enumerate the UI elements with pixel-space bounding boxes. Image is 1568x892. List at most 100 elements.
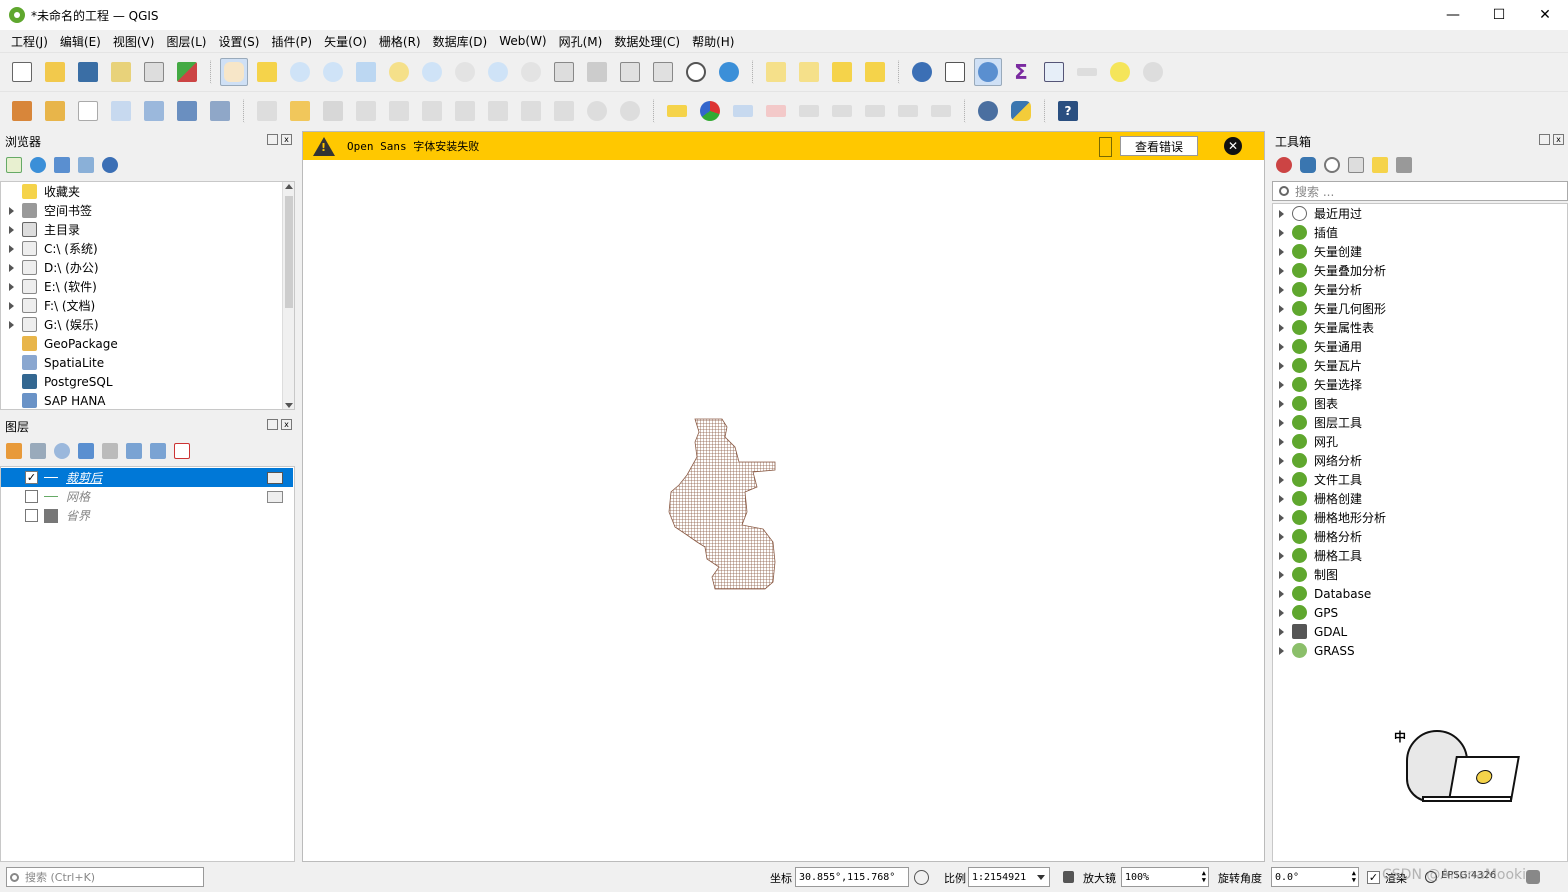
float-button[interactable]: [267, 419, 278, 430]
menu-mesh[interactable]: 网孔(M): [553, 33, 609, 50]
new-mesh-layer-button[interactable]: [206, 97, 234, 125]
toolbox-item[interactable]: 网孔: [1273, 432, 1338, 451]
remove-layer-icon[interactable]: [174, 443, 190, 459]
layer-visibility-checkbox[interactable]: ✓: [25, 471, 38, 484]
scroll-down-icon[interactable]: [285, 403, 293, 408]
copy-button[interactable]: [517, 97, 545, 125]
menu-view[interactable]: 视图(V): [107, 33, 161, 50]
layer-item-clipped[interactable]: ✓ 裁剪后: [1, 468, 293, 487]
collapse-all-icon[interactable]: [78, 157, 94, 173]
plugin-globe-button[interactable]: [974, 97, 1002, 125]
new-project-button[interactable]: [8, 58, 36, 86]
models-icon[interactable]: [1276, 157, 1292, 173]
toggle-extents-icon[interactable]: [914, 870, 929, 885]
toolbox-item[interactable]: 矢量选择: [1273, 375, 1362, 394]
edit-button[interactable]: [253, 97, 281, 125]
toolbox-item[interactable]: 图表: [1273, 394, 1338, 413]
menu-vector[interactable]: 矢量(O): [318, 33, 373, 50]
float-button[interactable]: [1539, 134, 1550, 145]
select-location-button[interactable]: [861, 58, 889, 86]
statistics-button[interactable]: Σ: [1007, 58, 1035, 86]
toolbox-item[interactable]: 栅格分析: [1273, 527, 1362, 546]
modify-attributes-button[interactable]: [418, 97, 446, 125]
browser-item-geopackage[interactable]: GeoPackage: [1, 334, 118, 353]
processing-toolbox-button[interactable]: [974, 57, 1002, 86]
menu-database[interactable]: 数据库(D): [427, 33, 494, 50]
coordinate-field[interactable]: 30.855°,115.768°: [795, 867, 909, 887]
data-source-manager-button[interactable]: [8, 97, 36, 125]
maximize-button[interactable]: ☐: [1476, 0, 1522, 30]
view-errors-button[interactable]: 查看错误: [1120, 136, 1198, 156]
cut-button[interactable]: [484, 97, 512, 125]
toolbox-item-gdal[interactable]: GDAL: [1273, 622, 1347, 641]
filter-icon[interactable]: [54, 157, 70, 173]
menu-help[interactable]: 帮助(H): [686, 33, 740, 50]
eye-icon[interactable]: [54, 443, 70, 459]
toolbox-item-recent[interactable]: 最近用过: [1273, 204, 1362, 223]
new-spatialite-button[interactable]: [107, 97, 135, 125]
label-hide-button[interactable]: [927, 97, 955, 125]
pin-labels-button[interactable]: [729, 97, 757, 125]
style-manager-button[interactable]: [173, 58, 201, 86]
toolbox-item[interactable]: 插值: [1273, 223, 1338, 242]
toolbox-item[interactable]: 矢量瓦片: [1273, 356, 1362, 375]
browser-scrollbar[interactable]: [282, 182, 294, 409]
message-close-button[interactable]: ✕: [1224, 137, 1242, 155]
paste-button[interactable]: [550, 97, 578, 125]
message-menu-button[interactable]: [1099, 137, 1112, 157]
refresh-icon[interactable]: [30, 157, 46, 173]
toolbox-item[interactable]: 栅格地形分析: [1273, 508, 1386, 527]
browser-item-drive-c[interactable]: C:\ (系统): [1, 239, 98, 258]
toolbox-item[interactable]: 矢量叠加分析: [1273, 261, 1386, 280]
deselect-button[interactable]: [828, 58, 856, 86]
options-wrench-icon[interactable]: [1396, 157, 1412, 173]
toolbox-item[interactable]: 制图: [1273, 565, 1338, 584]
zoom-layer-button[interactable]: [418, 58, 446, 86]
open-project-button[interactable]: [41, 58, 69, 86]
expression-filter-icon[interactable]: [102, 443, 118, 459]
toolbox-item[interactable]: 栅格工具: [1273, 546, 1362, 565]
new-3d-view-button[interactable]: [583, 58, 611, 86]
zoom-full-button[interactable]: [352, 58, 380, 86]
refresh-button[interactable]: [715, 58, 743, 86]
edit-features-icon[interactable]: [1372, 157, 1388, 173]
layer-visibility-checkbox[interactable]: [25, 509, 38, 522]
scroll-up-icon[interactable]: [285, 184, 293, 189]
change-label-button[interactable]: [861, 97, 889, 125]
browser-item-spatialite[interactable]: SpatiaLite: [1, 353, 104, 372]
diagram-button[interactable]: [696, 97, 724, 125]
layer-visibility-checkbox[interactable]: [25, 490, 38, 503]
new-memory-layer-button[interactable]: [140, 97, 168, 125]
browser-item-drive-d[interactable]: D:\ (办公): [1, 258, 99, 277]
messages-icon[interactable]: [1526, 870, 1540, 884]
toolbox-item[interactable]: 矢量属性表: [1273, 318, 1374, 337]
toolbox-item[interactable]: 栅格创建: [1273, 489, 1362, 508]
new-layout-button[interactable]: [107, 58, 135, 86]
menu-layer[interactable]: 图层(L): [160, 33, 212, 50]
render-checkbox[interactable]: ✓: [1367, 871, 1380, 884]
browser-item-postgresql[interactable]: PostgreSQL: [1, 372, 113, 391]
pan-button[interactable]: [220, 57, 248, 86]
menu-project[interactable]: 工程(J): [5, 33, 54, 50]
expand-all-icon[interactable]: [126, 443, 142, 459]
map-tips-button[interactable]: [1106, 58, 1134, 86]
zoom-selection-button[interactable]: [385, 58, 413, 86]
save-edits-button[interactable]: [319, 97, 347, 125]
pan-to-selection-button[interactable]: [253, 58, 281, 86]
zoom-last-button[interactable]: [484, 58, 512, 86]
toolbox-item[interactable]: 矢量几何图形: [1273, 299, 1386, 318]
scroll-thumb[interactable]: [285, 196, 293, 308]
close-panel-button[interactable]: x: [281, 419, 292, 430]
info-icon[interactable]: [102, 157, 118, 173]
toolbox-item[interactable]: Database: [1273, 584, 1371, 603]
add-feature-button[interactable]: [352, 97, 380, 125]
browser-item-drive-e[interactable]: E:\ (软件): [1, 277, 97, 296]
toolbox-item[interactable]: 矢量创建: [1273, 242, 1362, 261]
magnifier-spinbox[interactable]: 100% ▲ ▼: [1121, 867, 1209, 887]
toggle-edit-button[interactable]: [286, 97, 314, 125]
add-group-icon[interactable]: [30, 443, 46, 459]
show-bookmarks-button[interactable]: [649, 58, 677, 86]
label-toolbar-button[interactable]: [663, 97, 691, 125]
layer-indicator-icon[interactable]: [267, 490, 283, 503]
close-panel-button[interactable]: x: [281, 134, 292, 145]
